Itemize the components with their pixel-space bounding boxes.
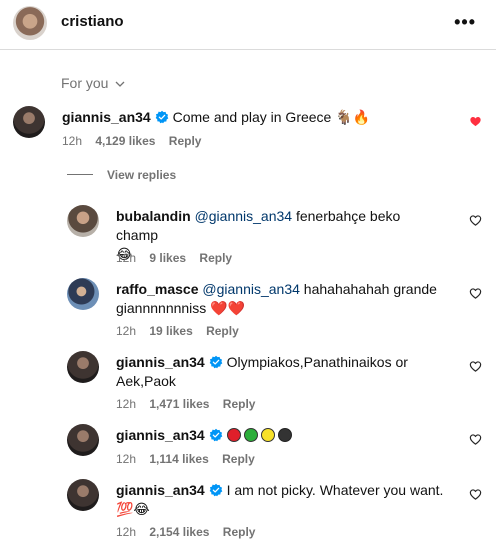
heart-outline-icon[interactable] xyxy=(469,488,482,501)
comment-username[interactable]: giannis_an34 xyxy=(116,354,205,370)
divider-line xyxy=(67,174,93,175)
red-circle-icon xyxy=(226,428,241,442)
verified-badge-icon xyxy=(209,428,223,442)
comment-sort-label: For you xyxy=(61,75,109,91)
verified-badge-icon xyxy=(155,110,169,124)
heart-outline-icon[interactable] xyxy=(469,214,482,227)
comment-likes[interactable]: 2,154 likes xyxy=(149,525,209,539)
reply-button[interactable]: Reply xyxy=(169,134,202,148)
reply-button[interactable]: Reply xyxy=(222,452,255,466)
verified-badge-icon xyxy=(209,483,223,497)
comment-meta: 12h 9 likes Reply xyxy=(116,251,242,265)
heart-outline-icon[interactable] xyxy=(469,287,482,300)
avatar[interactable] xyxy=(13,106,45,138)
comment-body: I am not picky. Whatever you want. xyxy=(226,482,444,498)
comment-likes[interactable]: 19 likes xyxy=(149,324,192,338)
yellow-circle-icon xyxy=(260,428,275,442)
reply-button[interactable]: Reply xyxy=(223,525,256,539)
comment-time[interactable]: 12h xyxy=(62,134,82,148)
avatar[interactable] xyxy=(67,424,99,456)
avatar[interactable] xyxy=(67,479,99,511)
reply-button[interactable]: Reply xyxy=(206,324,239,338)
comment-text: giannis_an34 Olympiakos,Panathinaikos or… xyxy=(116,353,446,391)
comment-body: Come and play in Greece 🐐🔥 xyxy=(172,109,371,125)
green-circle-icon xyxy=(243,428,258,442)
author-username-row[interactable]: cristiano xyxy=(61,13,124,30)
comment-meta: 12h 2,154 likes Reply xyxy=(116,525,265,539)
comment-time[interactable]: 12h xyxy=(116,251,136,265)
comment-likes[interactable]: 4,129 likes xyxy=(95,134,155,148)
verified-badge-icon xyxy=(209,355,223,369)
comment-meta: 12h 1,114 likes Reply xyxy=(116,452,265,466)
comment-likes[interactable]: 9 likes xyxy=(149,251,186,265)
comment-username[interactable]: bubalandin xyxy=(116,208,191,224)
comment-body: Olympiakos,Panathinaikos or xyxy=(226,354,408,370)
comment-sort-dropdown[interactable]: For you xyxy=(61,75,125,91)
comment-mention[interactable]: @giannis_an34 xyxy=(195,208,293,224)
heart-outline-icon[interactable] xyxy=(469,433,482,446)
black-circle-icon xyxy=(277,428,292,442)
comment-text: giannis_an34 🔴🟢🟡⚫ xyxy=(116,426,446,445)
comment-username[interactable]: raffo_masce xyxy=(116,281,199,297)
comment-meta: 12h 1,471 likes Reply xyxy=(116,397,265,411)
author-avatar[interactable] xyxy=(13,6,47,40)
avatar[interactable] xyxy=(67,278,99,310)
comment-body-line2: 💯😂 xyxy=(116,501,150,517)
comment-body: hahahahahah grande xyxy=(303,281,437,297)
comment-text: raffo_masce @giannis_an34 hahahahahah gr… xyxy=(116,280,446,318)
reply-button[interactable]: Reply xyxy=(223,397,256,411)
comment-time[interactable]: 12h xyxy=(116,525,136,539)
more-options-icon[interactable]: ••• xyxy=(454,12,476,33)
reply-button[interactable]: Reply xyxy=(199,251,232,265)
comment-username[interactable]: giannis_an34 xyxy=(116,427,205,443)
comment-time[interactable]: 12h xyxy=(116,397,136,411)
comment-text: giannis_an34 Come and play in Greece 🐐🔥 xyxy=(62,108,370,127)
comment-mention[interactable]: @giannis_an34 xyxy=(202,281,300,297)
comment-username[interactable]: giannis_an34 xyxy=(62,109,151,125)
comment-body-line2: giannnnnnniss ❤️❤️ xyxy=(116,300,246,316)
comment-meta: 12h 19 likes Reply xyxy=(116,324,249,338)
comment-meta: 12h 4,129 likes Reply xyxy=(62,134,211,148)
chevron-down-icon xyxy=(115,81,125,87)
avatar[interactable] xyxy=(67,351,99,383)
comment-text: giannis_an34 I am not picky. Whatever yo… xyxy=(116,481,456,519)
view-replies-label: View replies xyxy=(107,168,177,182)
comment-likes[interactable]: 1,114 likes xyxy=(149,452,208,466)
post-header: cristiano ••• xyxy=(0,0,496,50)
comment-time[interactable]: 12h xyxy=(116,324,136,338)
avatar[interactable] xyxy=(67,205,99,237)
author-username[interactable]: cristiano xyxy=(61,13,124,30)
heart-filled-icon[interactable] xyxy=(469,115,482,128)
comment-time[interactable]: 12h xyxy=(116,452,136,466)
heart-outline-icon[interactable] xyxy=(469,360,482,373)
view-replies-button[interactable]: View replies xyxy=(67,168,176,182)
comment-body-line2: Aek,Paok xyxy=(116,373,176,389)
comment-likes[interactable]: 1,471 likes xyxy=(149,397,209,411)
comment-username[interactable]: giannis_an34 xyxy=(116,482,205,498)
